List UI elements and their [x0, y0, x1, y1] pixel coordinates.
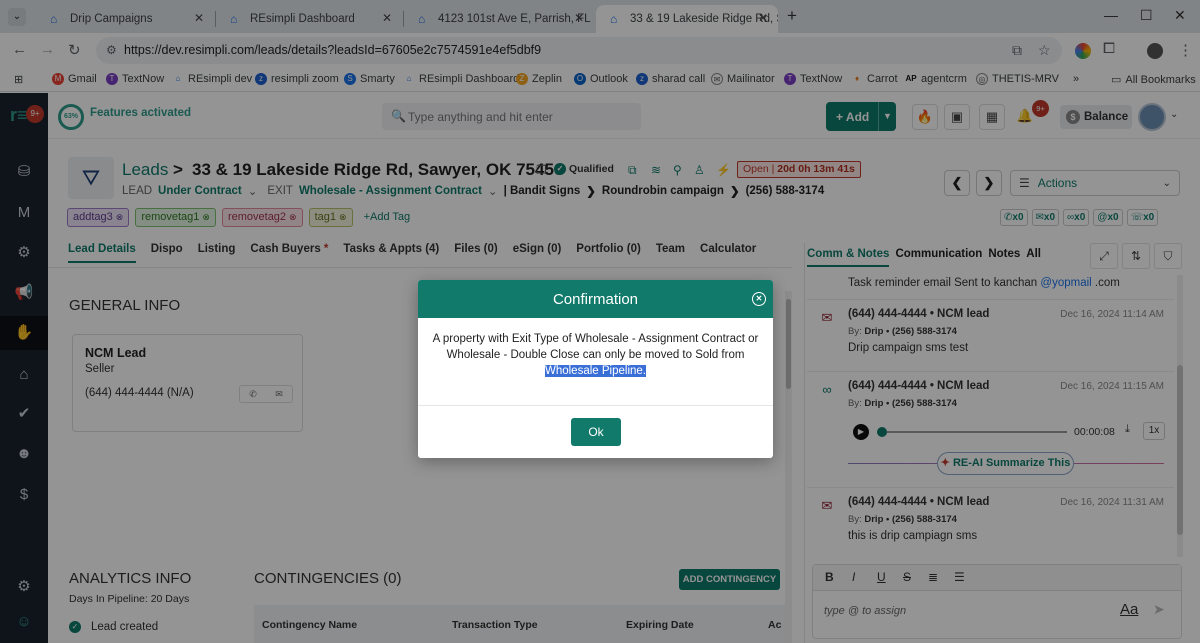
highlighted-text: Wholesale Pipeline. [544, 365, 646, 377]
confirmation-modal: Confirmation ✕ A property with Exit Type… [418, 280, 773, 458]
ok-button[interactable]: Ok [571, 418, 621, 446]
modal-header: Confirmation ✕ [418, 280, 773, 318]
modal-message: A property with Exit Type of Wholesale -… [432, 333, 759, 377]
close-icon[interactable]: ✕ [752, 292, 766, 306]
modal-divider [418, 405, 773, 406]
modal-title: Confirmation [552, 291, 639, 308]
